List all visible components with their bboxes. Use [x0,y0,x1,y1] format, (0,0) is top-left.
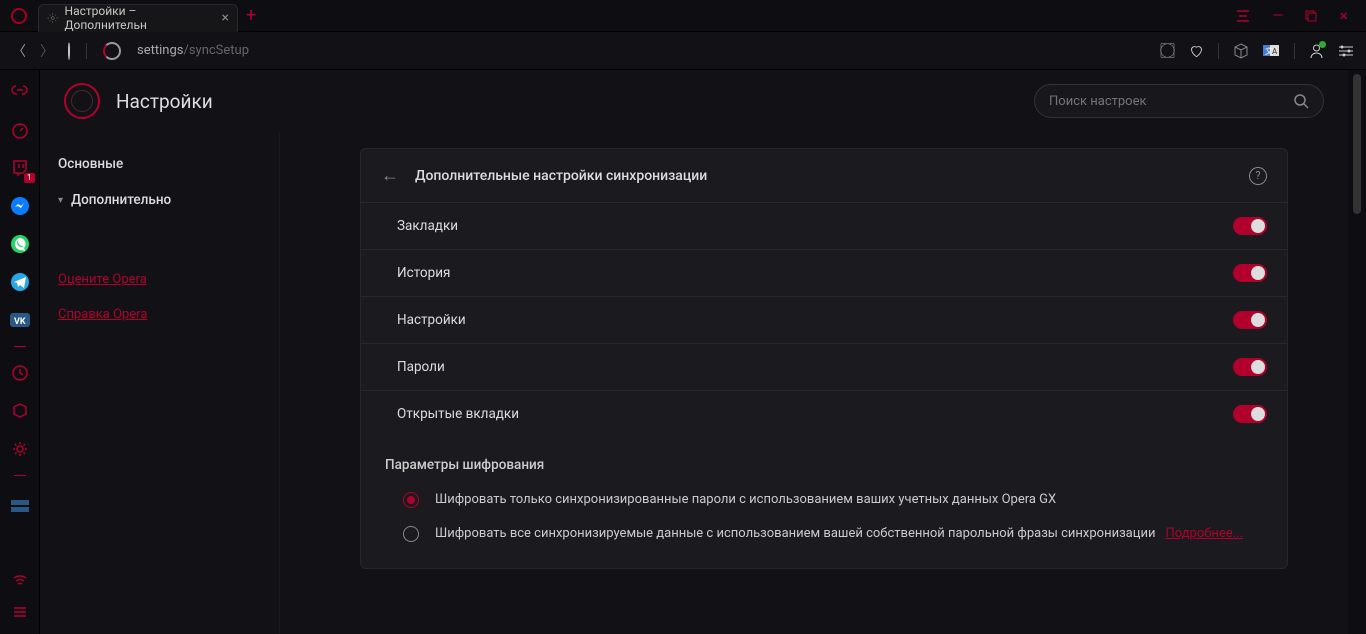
reload-icon[interactable] [68,43,70,59]
toggle-switch[interactable] [1233,358,1267,376]
url-path: /syncSetup [183,43,249,58]
opera-menu-button[interactable] [0,0,38,32]
toggle-switch[interactable] [1233,311,1267,329]
svg-text:A: A [1272,47,1278,56]
rail-badge: 1 [24,173,35,183]
sidebar-rail: 1 VK [0,70,40,634]
nav-basic[interactable]: Основные [58,156,261,172]
opera-logo [64,83,100,119]
nav-advanced-label: Дополнительно [71,192,171,208]
rail-limiter[interactable] [8,118,32,142]
rail-separator [14,346,26,347]
search-icon [1294,94,1309,109]
toggle-label: Настройки [397,312,466,328]
rail-wifi-icon[interactable] [8,568,32,592]
tab-title: Настройки – Дополнительн [65,4,216,32]
url-text[interactable]: settings/syncSetup [137,43,249,58]
learn-more-link[interactable]: Подробнее... [1165,526,1242,541]
toggle-label: Пароли [397,359,445,375]
heart-icon[interactable] [1189,44,1204,58]
rail-messenger[interactable] [8,194,32,218]
settings-page: Настройки Основные ▾ Дополнительно Оценит… [40,70,1348,634]
forward-icon[interactable]: 〉 [40,41,54,61]
rail-extensions[interactable] [8,399,32,423]
radio-button-selected[interactable] [403,492,419,508]
toggle-settings: Настройки [361,297,1287,344]
toolbar-right: ⃞⃝ 文A [1175,40,1354,61]
opera-icon [11,8,27,24]
close-window-icon[interactable]: × [1339,6,1348,25]
rail-history[interactable] [8,361,32,385]
toggle-switch[interactable] [1233,264,1267,282]
settings-nav: Основные ▾ Дополнительно Оцените Opera Сп… [40,132,280,634]
toggle-history: История [361,250,1287,297]
page-title: Настройки [116,90,213,113]
nav-buttons: 〈 〉 [12,41,70,61]
settings-content: ← Дополнительные настройки синхронизации… [280,132,1348,634]
url-host: settings [137,43,183,58]
vsep [1294,43,1295,59]
radio-label: Шифровать все синхронизируемые данные с … [435,525,1243,543]
settings-search[interactable] [1034,84,1324,118]
rail-gx-corner[interactable] [8,80,32,104]
nav-advanced[interactable]: ▾ Дополнительно [58,192,261,208]
rail-separator [14,475,26,476]
gear-icon [47,12,59,24]
encryption-section: Параметры шифрования Шифровать только си… [361,437,1287,568]
search-input[interactable] [1049,94,1294,109]
encryption-title: Параметры шифрования [385,457,1263,473]
radio-label: Шифровать только синхронизированные паро… [435,491,1056,509]
opera-url-icon [103,42,121,60]
toggle-passwords: Пароли [361,344,1287,391]
nav-help-opera[interactable]: Справка Opera [58,307,261,322]
gx-menu-icon[interactable] [1235,9,1251,23]
titlebar: Настройки – Дополнительн × + — × [0,0,1366,32]
back-arrow-icon[interactable]: ← [381,165,399,186]
rail-settings[interactable] [8,437,32,461]
toggle-label: История [397,265,450,281]
help-icon[interactable]: ? [1249,167,1267,185]
easy-setup-icon[interactable] [1338,44,1354,58]
scroll-thumb[interactable] [1353,74,1361,214]
toggle-switch[interactable] [1233,405,1267,423]
rail-vk[interactable]: VK [8,308,32,332]
card-header: ← Дополнительные настройки синхронизации… [361,149,1287,203]
rail-stats-icon[interactable] [8,600,32,624]
profile-icon[interactable] [1309,43,1324,59]
window-controls: — × [1235,0,1366,32]
toggle-switch[interactable] [1233,217,1267,235]
close-icon[interactable]: × [222,10,229,26]
rail-twitch[interactable]: 1 [8,156,32,180]
vsep [86,43,87,59]
browser-tab[interactable]: Настройки – Дополнительн × [38,4,238,32]
card-title: Дополнительные настройки синхронизации [415,168,1233,184]
radio-button[interactable] [403,526,419,542]
toggle-label: Открытые вкладки [397,406,519,422]
toggle-label: Закладки [397,218,458,234]
radio-option-1[interactable]: Шифровать только синхронизированные паро… [385,491,1263,509]
address-bar: 〈 〉 settings/syncSetup ⃞⃝ 文A [0,32,1366,70]
rail-add-icon[interactable] [8,494,32,518]
settings-body: Основные ▾ Дополнительно Оцените Opera Сп… [40,132,1348,634]
rail-telegram[interactable] [8,270,32,294]
sync-settings-card: ← Дополнительные настройки синхронизации… [360,148,1288,569]
svg-text:VK: VK [14,317,26,327]
maximize-icon[interactable] [1305,10,1317,22]
chevron-down-icon: ▾ [58,195,63,206]
new-tab-button[interactable]: + [246,5,256,26]
back-icon[interactable]: 〈 [12,41,26,61]
translate-icon[interactable]: 文A [1263,43,1280,58]
vsep [1218,43,1219,59]
toggle-bookmarks: Закладки [361,203,1287,250]
settings-header: Настройки [40,70,1348,132]
minimize-icon[interactable]: — [1273,8,1284,24]
toggle-open-tabs: Открытые вкладки [361,391,1287,437]
scrollbar[interactable] [1348,70,1366,634]
cube-icon[interactable] [1233,43,1249,59]
nav-rate-opera[interactable]: Оцените Opera [58,272,261,287]
radio-option-2[interactable]: Шифровать все синхронизируемые данные с … [385,525,1263,543]
rail-whatsapp[interactable] [8,232,32,256]
